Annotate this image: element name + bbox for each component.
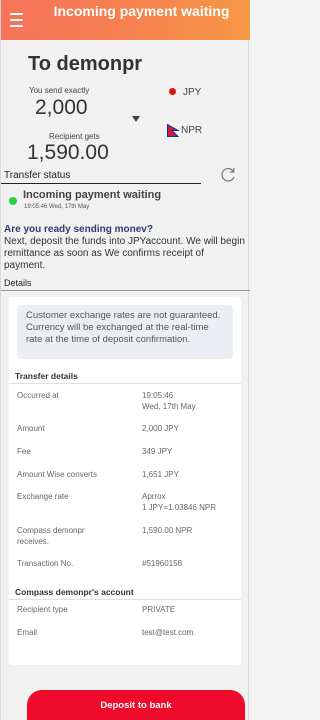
detail-label-exchange-rate: Exchange rate	[17, 492, 69, 501]
receive-currency-code: NPR	[181, 125, 203, 136]
detail-value-rate: 1 JPY=1.03846 NPR	[142, 503, 217, 512]
account-title: Compass demonpr's account	[15, 587, 134, 597]
detail-label-amount: Amount	[17, 424, 45, 433]
detail-value-date: Wed, 17th May	[142, 402, 196, 411]
arrow-down-icon	[132, 116, 140, 122]
recipient-name: To demonpr	[28, 53, 143, 75]
detail-value-amount: 2,000 JPY	[142, 424, 179, 433]
detail-value-time: 19:05:46	[142, 391, 174, 400]
send-currency-code: JPY	[183, 86, 202, 98]
divider	[9, 599, 241, 600]
menu-icon[interactable]	[8, 10, 30, 30]
send-label: You send exactly	[29, 86, 90, 95]
details-heading: Details	[4, 278, 32, 288]
detail-label-transaction-no: Transaction No.	[17, 559, 74, 568]
divider	[9, 383, 241, 384]
status-timestamp: 19:05:46 Wed, 17th May	[24, 204, 90, 210]
detail-value-receives: 1,590.00 NPR	[142, 526, 193, 535]
receive-amount: 1,590.00	[27, 141, 109, 164]
status-text: Incoming payment waiting	[23, 189, 162, 201]
detail-value-fee: 349 JPY	[142, 447, 173, 456]
detail-label-converted: Amount Wise converts	[17, 470, 98, 479]
account-label-email: Email	[17, 628, 38, 637]
japan-flag-icon	[167, 86, 179, 98]
receive-label: Recipient gets	[49, 132, 100, 141]
ready-question: Are you ready sending monev?	[4, 224, 153, 235]
refresh-icon[interactable]	[218, 165, 238, 185]
detail-label-receives: Compass demonpr receives.	[17, 526, 85, 546]
account-value-type: PRIVATE	[142, 605, 176, 614]
status-indicator-dot	[9, 197, 17, 205]
detail-value-converted: 1,651 JPY	[142, 470, 179, 479]
send-amount: 2,000	[35, 96, 88, 119]
status-heading: Transfer status	[4, 170, 71, 181]
exchange-rate-notice: Customer exchange rates are not guarante…	[17, 305, 233, 359]
ready-instructions: Next, deposit the funds into JPYaccount.…	[4, 236, 245, 271]
divider	[1, 183, 201, 184]
nepal-flag-icon	[167, 124, 179, 137]
send-currency: JPY	[167, 86, 201, 98]
app-frame: Incoming payment waiting To demonpr You …	[0, 0, 250, 720]
receive-currency: NPR	[167, 124, 202, 137]
transfer-details-title: Transfer details	[15, 371, 78, 381]
transfer-summary: To demonpr You send exactly 2,000 Recipi…	[1, 40, 250, 210]
detail-label-fee: Fee	[17, 447, 31, 456]
account-value-email: test@test.com	[142, 628, 194, 637]
account-label-type: Recipient type	[17, 605, 68, 614]
details-card: Customer exchange rates are not guarante…	[9, 297, 241, 665]
app-header: Incoming payment waiting	[1, 0, 250, 40]
page-title: Incoming payment waiting	[53, 3, 230, 19]
deposit-button[interactable]: Deposit to bank	[27, 690, 245, 720]
menu-bar	[10, 13, 23, 15]
divider	[1, 290, 250, 291]
menu-bar	[10, 25, 23, 27]
menu-bar	[10, 19, 23, 21]
detail-value-transaction-no: #51960158	[142, 559, 183, 568]
detail-value-approx: Aprrox	[142, 492, 166, 501]
detail-label-occurred-at: Occurred at	[17, 391, 59, 400]
